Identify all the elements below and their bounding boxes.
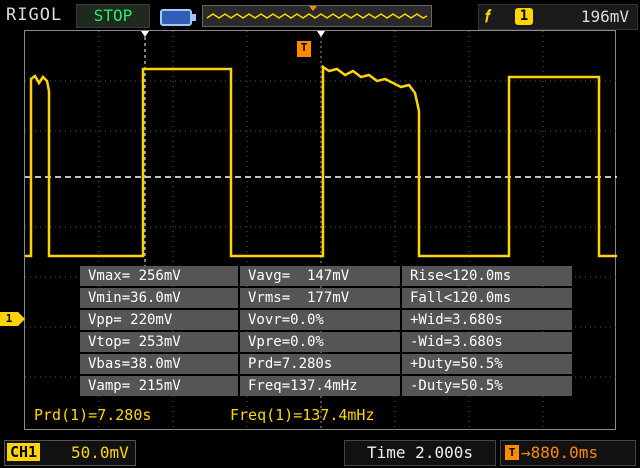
measurement-value: Rise<120.0ms — [402, 266, 572, 286]
trigger-position-marker[interactable]: T — [297, 41, 311, 57]
measurement-value: -Duty=50.5% — [402, 376, 572, 396]
measurement-row: Vtop= 253mV Vpre=0.0% -Wid=3.680s — [80, 332, 572, 352]
measurement-row: Vmax= 256mV Vavg= 147mV Rise<120.0ms — [80, 266, 572, 286]
measurement-value: +Duty=50.5% — [402, 354, 572, 374]
delay-value: →880.0ms — [521, 443, 599, 462]
timeline-wave-icon — [206, 6, 428, 19]
top-status-bar: RIGOL STOP 𝑓 1 196mV — [0, 0, 640, 32]
measurement-row: Vmin=36.0mV Vrms= 177mV Fall<120.0ms — [80, 288, 572, 308]
ch1-scale: 50.0mV — [71, 443, 129, 462]
memory-timeline-bar[interactable] — [202, 5, 432, 27]
measurement-value: -Wid=3.680s — [402, 332, 572, 352]
trigger-level: 196mV — [580, 7, 629, 26]
quick-measure-frequency: Freq(1)=137.4mHz — [230, 406, 375, 424]
measurement-value: Fall<120.0ms — [402, 288, 572, 308]
measurement-row: Vpp= 220mV Vovr=0.0% +Wid=3.680s — [80, 310, 572, 330]
ch1-label: CH1 — [7, 443, 41, 461]
measurement-value: Vamp= 215mV — [80, 376, 240, 396]
battery-icon — [160, 9, 196, 26]
measurement-value: +Wid=3.680s — [402, 310, 572, 330]
measurement-value: Vovr=0.0% — [240, 310, 402, 330]
measurement-value: Vmax= 256mV — [80, 266, 240, 286]
trigger-info[interactable]: 𝑓 1 196mV — [478, 4, 638, 30]
measurement-panel: Vmax= 256mV Vavg= 147mV Rise<120.0ms Vmin=3… — [80, 266, 572, 398]
measurement-value: Vpp= 220mV — [80, 310, 240, 330]
horizontal-delay[interactable]: T →880.0ms — [500, 440, 636, 466]
trigger-source-badge: 1 — [515, 8, 533, 25]
rising-edge-icon: 𝑓 — [485, 7, 491, 27]
ch1-settings[interactable]: CH1 50.0mV — [4, 440, 136, 466]
measurement-value: Vmin=36.0mV — [80, 288, 240, 308]
quick-measure-period: Prd(1)=7.280s — [34, 406, 152, 424]
timebase-setting[interactable]: Time 2.000s — [344, 440, 496, 466]
measurement-value: Vpre=0.0% — [240, 332, 402, 352]
measurement-value: Vbas=38.0mV — [80, 354, 240, 374]
trigger-delay-icon: T — [505, 445, 519, 460]
channel1-offset-marker[interactable]: 1 — [0, 312, 25, 326]
measurement-value: Vtop= 253mV — [80, 332, 240, 352]
brand-logo: RIGOL — [6, 5, 63, 25]
measurement-row: Vamp= 215mV Freq=137.4mHz -Duty=50.5% — [80, 376, 572, 396]
measurement-value: Vrms= 177mV — [240, 288, 402, 308]
measurement-value: Freq=137.4mHz — [240, 376, 402, 396]
measurement-value: Vavg= 147mV — [240, 266, 402, 286]
delay-number: 880.0ms — [530, 443, 599, 462]
run-stop-status[interactable]: STOP — [76, 4, 150, 28]
bottom-status-bar: CH1 50.0mV Time 2.000s T →880.0ms — [0, 436, 640, 468]
measurement-row: Vbas=38.0mV Prd=7.280s +Duty=50.5% — [80, 354, 572, 374]
measurement-value: Prd=7.280s — [240, 354, 402, 374]
